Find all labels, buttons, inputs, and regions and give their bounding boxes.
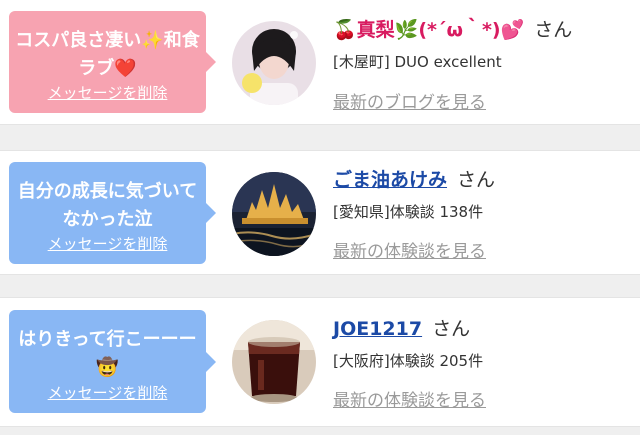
honorific: さん bbox=[432, 318, 471, 340]
message-text: 自分の成長に気づいてなかった泣 bbox=[17, 181, 198, 230]
message-text: コスパ良さ凄い✨和食ラブ❤️ bbox=[15, 30, 200, 79]
message-card: コスパ良さ凄い✨和食ラブ❤️ メッセージを削除 🍒真梨🌿(*´ω｀*)💕 さん [… bbox=[0, 0, 640, 125]
latest-blog-link[interactable]: 最新のブログを見る bbox=[333, 88, 486, 113]
user-subtitle: [大阪府]体験談 205件 bbox=[333, 352, 484, 370]
avatar[interactable] bbox=[232, 320, 316, 404]
user-name[interactable]: 真梨🌿(*´ω｀*)💕 bbox=[357, 19, 525, 41]
user-name-line: ごま油あけみ さん bbox=[333, 165, 495, 192]
delete-message-link[interactable]: メッセージを削除 bbox=[9, 233, 206, 254]
user-name-line: 🍒真梨🌿(*´ω｀*)💕 さん bbox=[333, 15, 572, 42]
honorific: さん bbox=[457, 169, 496, 191]
delete-message-link[interactable]: メッセージを削除 bbox=[9, 382, 206, 403]
delete-message-link[interactable]: メッセージを削除 bbox=[9, 82, 206, 103]
message-card: 自分の成長に気づいてなかった泣 メッセージを削除 ごま油あけみ さん [愛知県]体… bbox=[0, 150, 640, 275]
honorific: さん bbox=[534, 19, 573, 41]
user-name[interactable]: ごま油あけみ bbox=[333, 169, 447, 191]
latest-review-link[interactable]: 最新の体験談を見る bbox=[333, 237, 486, 262]
user-name[interactable]: JOE1217 bbox=[333, 318, 422, 340]
profile-photo-icon bbox=[232, 320, 316, 404]
user-subtitle: [愛知県]体験談 138件 bbox=[333, 203, 484, 221]
avatar[interactable] bbox=[232, 21, 316, 105]
latest-review-link[interactable]: 最新の体験談を見る bbox=[333, 386, 486, 411]
profile-photo-icon bbox=[232, 172, 316, 256]
profile-photo-icon bbox=[232, 21, 316, 105]
user-name-line: JOE1217 さん bbox=[333, 314, 470, 341]
message-bubble: はりきって行こーーー🤠 メッセージを削除 bbox=[9, 310, 216, 413]
avatar[interactable] bbox=[232, 172, 316, 256]
message-card: はりきって行こーーー🤠 メッセージを削除 JOE1217 さん [大阪府]体験談 … bbox=[0, 297, 640, 427]
cherry-icon: 🍒 bbox=[333, 19, 357, 41]
message-bubble: 自分の成長に気づいてなかった泣 メッセージを削除 bbox=[9, 162, 216, 264]
user-subtitle: [木屋町] DUO excellent bbox=[333, 53, 502, 71]
message-bubble: コスパ良さ凄い✨和食ラブ❤️ メッセージを削除 bbox=[9, 11, 216, 113]
message-text: はりきって行こーーー🤠 bbox=[18, 329, 197, 378]
